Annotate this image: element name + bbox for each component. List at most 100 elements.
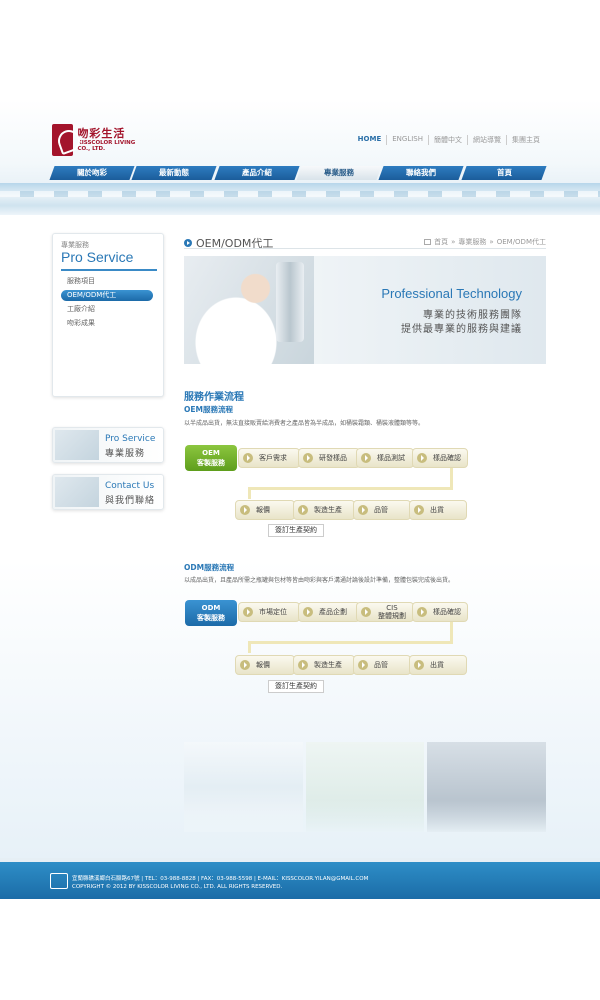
oem-connector bbox=[248, 487, 251, 499]
top-link-sitemap[interactable]: 網站導覽 bbox=[467, 135, 506, 145]
step-label: 報價 bbox=[256, 661, 270, 669]
sidebar-item-service-items[interactable]: 服務項目 bbox=[67, 276, 159, 287]
chevron-right-circle-icon bbox=[298, 660, 308, 670]
nav-item-products[interactable]: 產品介紹 bbox=[214, 166, 300, 180]
logo-mark-icon bbox=[52, 124, 74, 156]
odm-connector bbox=[248, 641, 251, 653]
step-label: 樣品測試 bbox=[377, 454, 405, 462]
logo-text: 吻彩生活 KISSCOLOR LIVING CO., LTD. bbox=[77, 128, 136, 152]
odm-step-5: 報價 bbox=[235, 655, 295, 675]
sidebar: 專業服務 Pro Service 服務項目 OEM/ODM代工 工廠介紹 吻彩成… bbox=[52, 233, 164, 397]
nav-item-about[interactable]: 關於吻彩 bbox=[49, 166, 135, 180]
oem-step-7: 品管 bbox=[353, 500, 411, 520]
sidebar-item-oem-odm[interactable]: OEM/ODM代工 bbox=[61, 290, 153, 301]
odm-connector bbox=[248, 641, 453, 644]
microscope-image bbox=[276, 262, 304, 342]
oem-description: 以半成品出貨，無法直接販賣給消費者之產品皆為半成品，如桶裝霜類、桶裝液體類等等。 bbox=[184, 420, 425, 427]
top-link-group[interactable]: 集團主頁 bbox=[506, 135, 545, 145]
step-label: 研發樣品 bbox=[319, 454, 347, 462]
breadcrumb: 首頁 » 專業服務 » OEM/ODM代工 bbox=[424, 237, 546, 247]
nav-label: 產品介紹 bbox=[241, 168, 272, 177]
nav-item-home[interactable]: 首頁 bbox=[461, 166, 547, 180]
chevron-right-circle-icon bbox=[361, 607, 371, 617]
odm-step-1: 市場定位 bbox=[238, 602, 300, 622]
odm-label: ODM 客製服務 bbox=[185, 600, 237, 626]
oem-label-top: OEM bbox=[202, 449, 220, 457]
promo-pro-service-image bbox=[55, 430, 99, 460]
chevron-right-circle-icon bbox=[358, 660, 368, 670]
odm-step-2: 產品企劃 bbox=[298, 602, 360, 622]
chevron-right-circle-icon bbox=[358, 505, 368, 515]
odm-title: ODM服務流程 bbox=[184, 563, 235, 572]
chevron-right-circle-icon bbox=[414, 660, 424, 670]
step-label: 客戶需求 bbox=[259, 454, 287, 462]
chevron-right-circle-icon bbox=[303, 607, 313, 617]
odm-step-7: 品管 bbox=[353, 655, 411, 675]
odm-label-top: ODM bbox=[201, 604, 221, 612]
step-label: 製造生產 bbox=[314, 661, 342, 669]
oem-title: OEM服務流程 bbox=[184, 405, 233, 414]
promo-en: Pro Service bbox=[105, 434, 156, 444]
chevron-right-circle-icon bbox=[240, 505, 250, 515]
nav-label: 最新動態 bbox=[159, 168, 190, 177]
odm-step-4: 樣品確認 bbox=[412, 602, 468, 622]
nav-label: 關於吻彩 bbox=[77, 168, 108, 177]
oem-label-bottom: 客製服務 bbox=[197, 459, 225, 467]
chevron-right-circle-icon bbox=[240, 660, 250, 670]
page-root: 吻彩生活 KISSCOLOR LIVING CO., LTD. HOME ENG… bbox=[0, 0, 600, 1000]
nav-label: 專業服務 bbox=[324, 168, 355, 177]
oem-step-5: 報價 bbox=[235, 500, 295, 520]
oem-step-6: 製造生產 bbox=[293, 500, 355, 520]
nav-item-services[interactable]: 專業服務 bbox=[296, 166, 382, 180]
brand-name-en: KISSCOLOR LIVING CO., LTD. bbox=[77, 140, 136, 152]
brand-logo[interactable]: 吻彩生活 KISSCOLOR LIVING CO., LTD. bbox=[52, 123, 136, 157]
breadcrumb-sep: » bbox=[489, 238, 494, 246]
step-label: 品管 bbox=[374, 661, 388, 669]
footer-logo-icon bbox=[50, 873, 68, 889]
odm-label-bottom: 客製服務 bbox=[197, 614, 225, 622]
breadcrumb-services[interactable]: 專業服務 bbox=[458, 237, 486, 247]
oem-step-4: 樣品確認 bbox=[412, 448, 468, 468]
nav-item-contact[interactable]: 聯絡我們 bbox=[378, 166, 465, 180]
nav-item-news[interactable]: 最新動態 bbox=[131, 166, 218, 180]
oem-step-8: 出貨 bbox=[409, 500, 467, 520]
step-label: 樣品確認 bbox=[433, 608, 461, 616]
sidebar-item-factory[interactable]: 工廠介紹 bbox=[67, 304, 159, 315]
nav-label: 聯絡我們 bbox=[406, 168, 437, 177]
breadcrumb-current: OEM/ODM代工 bbox=[496, 238, 546, 246]
odm-step-3: CIS 整體規劃 bbox=[356, 602, 414, 622]
oem-connector bbox=[248, 487, 453, 490]
oem-step-2: 研發樣品 bbox=[298, 448, 360, 468]
breadcrumb-home[interactable]: 首頁 bbox=[434, 237, 448, 247]
chevron-right-circle-icon bbox=[243, 607, 253, 617]
step-label: 出貨 bbox=[430, 661, 444, 669]
top-link-simplified[interactable]: 簡體中文 bbox=[428, 135, 467, 145]
step-label: 報價 bbox=[256, 506, 270, 514]
sidebar-item-results[interactable]: 吻彩成果 bbox=[67, 318, 159, 329]
banner-heading-en: Professional Technology bbox=[381, 286, 522, 301]
banner-line-2: 提供最專業的服務與建議 bbox=[401, 324, 522, 335]
photo-fade bbox=[184, 800, 546, 832]
chevron-right-circle-icon bbox=[417, 607, 427, 617]
chevron-right-circle-icon bbox=[243, 453, 253, 463]
footer-copyright: COPYRIGHT © 2012 BY KISSCOLOR LIVING CO.… bbox=[72, 884, 283, 890]
top-link-home[interactable]: HOME bbox=[353, 135, 387, 145]
step-label: 樣品確認 bbox=[433, 454, 461, 462]
title-divider bbox=[184, 248, 546, 249]
oem-label: OEM 客製服務 bbox=[185, 445, 237, 471]
process-section-title: 服務作業流程 bbox=[184, 392, 244, 403]
chevron-right-circle-icon bbox=[361, 453, 371, 463]
chevron-right-circle-icon bbox=[414, 505, 424, 515]
hero-banner: Professional Technology 專業的技術服務團隊 提供最專業的… bbox=[184, 256, 546, 364]
odm-step-8: 出貨 bbox=[409, 655, 467, 675]
banner-line-1: 專業的技術服務團隊 bbox=[423, 310, 522, 321]
chevron-right-circle-icon bbox=[303, 453, 313, 463]
top-link-english[interactable]: ENGLISH bbox=[386, 135, 428, 145]
promo-contact-us[interactable]: Contact Us 與我們聯絡 bbox=[52, 474, 164, 510]
promo-en: Contact Us bbox=[105, 481, 155, 491]
step-label: 出貨 bbox=[430, 506, 444, 514]
step-label: 製造生產 bbox=[314, 506, 342, 514]
header-water-banner bbox=[0, 183, 600, 215]
step-label: 市場定位 bbox=[259, 608, 287, 616]
promo-pro-service[interactable]: Pro Service 專業服務 bbox=[52, 427, 164, 463]
